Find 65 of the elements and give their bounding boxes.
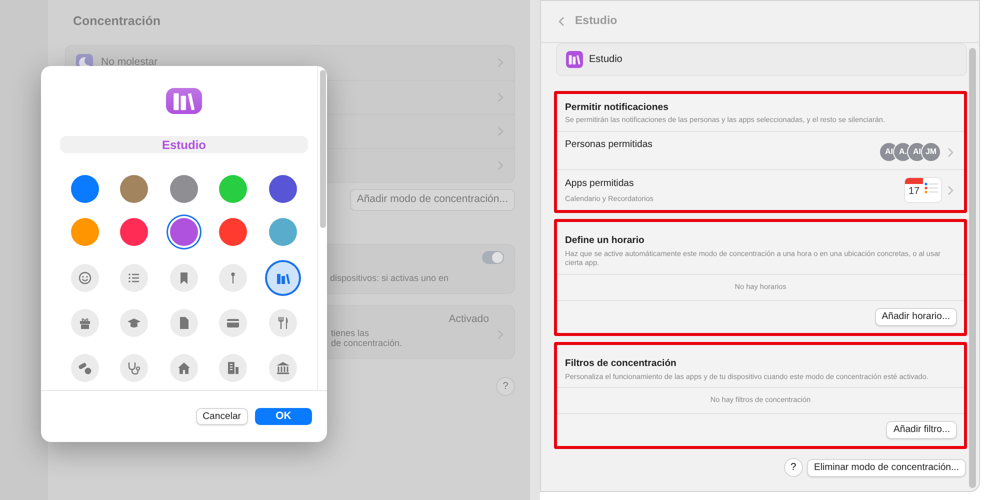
symbol-button[interactable] bbox=[170, 308, 198, 336]
section-title: Filtros de concentración bbox=[565, 357, 678, 372]
help-button[interactable]: ? bbox=[784, 458, 803, 478]
calendar-day: 17 bbox=[905, 184, 923, 200]
symbol-button[interactable] bbox=[268, 354, 297, 382]
add-button[interactable]: Añadir filtro... bbox=[886, 421, 957, 440]
symbol-button[interactable] bbox=[120, 264, 148, 292]
scrollbar[interactable] bbox=[969, 48, 976, 488]
house-icon bbox=[176, 360, 192, 376]
scrollbar[interactable] bbox=[320, 70, 326, 228]
description-text: dispositivos: si activas uno en bbox=[330, 272, 449, 285]
bank-icon bbox=[274, 360, 291, 376]
chevron-icon bbox=[497, 160, 504, 171]
chevron-icon bbox=[497, 57, 504, 68]
color-swatch[interactable] bbox=[70, 218, 99, 246]
status-value: Activado bbox=[448, 312, 489, 326]
symbol-button[interactable] bbox=[219, 354, 248, 382]
chevron-icon bbox=[947, 184, 954, 196]
symbol-button[interactable] bbox=[268, 308, 297, 336]
color-swatch[interactable] bbox=[170, 218, 198, 246]
symbol-button[interactable] bbox=[219, 308, 248, 336]
color-swatch[interactable] bbox=[219, 218, 248, 246]
building-icon bbox=[225, 360, 242, 376]
delete-mode-button[interactable]: Eliminar modo de concentración... bbox=[806, 458, 966, 477]
avatar: JM bbox=[921, 142, 941, 162]
mode-name: Estudio bbox=[589, 53, 622, 67]
color-swatch[interactable] bbox=[70, 174, 99, 202]
back-icon bbox=[558, 16, 565, 27]
stethoscope-icon bbox=[126, 360, 142, 376]
chevron-icon bbox=[497, 328, 504, 340]
section-title: Permitir notificaciones bbox=[565, 101, 670, 115]
color-swatch[interactable] bbox=[170, 174, 198, 202]
toggle-switch[interactable] bbox=[482, 251, 504, 264]
smiley-icon bbox=[76, 270, 93, 286]
row-label[interactable]: Personas permitidas bbox=[565, 138, 652, 153]
section-title: Define un horario bbox=[565, 234, 646, 248]
chevron-icon bbox=[497, 92, 504, 103]
color-swatch[interactable] bbox=[120, 218, 148, 246]
symbol-button[interactable] bbox=[120, 354, 148, 382]
symbol-button[interactable] bbox=[170, 354, 198, 382]
color-swatch[interactable] bbox=[268, 174, 297, 202]
name-field[interactable]: Estudio bbox=[60, 136, 308, 153]
description-text: de concentración. bbox=[331, 338, 402, 350]
symbol-button[interactable] bbox=[266, 262, 299, 294]
window-title: Estudio bbox=[575, 14, 618, 29]
color-swatch[interactable] bbox=[120, 174, 148, 202]
symbol-button[interactable] bbox=[70, 264, 99, 292]
chevron-icon bbox=[497, 126, 504, 137]
ok-button[interactable]: OK bbox=[255, 408, 312, 425]
cancel-button[interactable]: Cancelar bbox=[196, 408, 248, 426]
symbol-button[interactable] bbox=[219, 264, 248, 292]
symbol-button[interactable] bbox=[70, 308, 99, 336]
symbol-button[interactable] bbox=[120, 308, 148, 336]
calendar-header bbox=[905, 178, 923, 184]
symbol-button[interactable] bbox=[170, 264, 198, 292]
pin-icon bbox=[231, 272, 236, 284]
add-button[interactable]: Añadir horario... bbox=[874, 308, 957, 326]
description-text: tienes las bbox=[331, 328, 370, 338]
color-swatch[interactable] bbox=[219, 174, 248, 202]
symbol-button[interactable] bbox=[70, 354, 99, 382]
color-swatch[interactable] bbox=[268, 218, 297, 246]
section-title: Concentración bbox=[73, 13, 162, 30]
chevron-icon bbox=[947, 147, 954, 158]
books-icon bbox=[566, 51, 583, 68]
row-label[interactable]: Apps permitidas bbox=[565, 177, 654, 192]
